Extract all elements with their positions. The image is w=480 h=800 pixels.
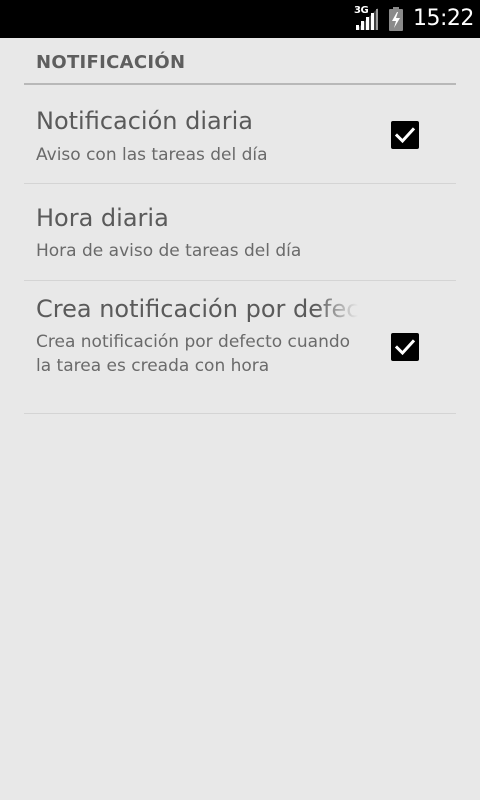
battery-charging-icon xyxy=(389,7,403,31)
checkmark-icon xyxy=(394,339,416,356)
pref-summary: Crea notificación por defecto cuando la … xyxy=(36,332,351,376)
pref-title: Crea notificación por defecto xyxy=(36,295,358,323)
pref-daily-notification[interactable]: Notificación diaria Aviso con las tareas… xyxy=(24,88,456,184)
status-clock: 15:22 xyxy=(413,6,474,31)
pref-title: Notificación diaria xyxy=(36,107,253,135)
pref-daily-time[interactable]: Hora diaria Hora de aviso de tareas del … xyxy=(24,184,456,281)
status-bar: 3G 15:22 xyxy=(0,0,480,38)
pref-title: Hora diaria xyxy=(36,204,169,232)
signal-icon xyxy=(356,8,378,30)
pref-summary: Hora de aviso de tareas del día xyxy=(36,241,302,261)
title-fade xyxy=(316,293,358,325)
category-header: NOTIFICACIÓN xyxy=(36,52,186,73)
pref-summary: Aviso con las tareas del día xyxy=(36,145,268,165)
category-divider xyxy=(24,83,456,85)
daily-notification-checkbox[interactable] xyxy=(391,121,419,149)
pref-default-notification[interactable]: Crea notificación por defecto Crea notif… xyxy=(24,281,456,414)
default-notification-checkbox[interactable] xyxy=(391,333,419,361)
checkmark-icon xyxy=(394,127,416,144)
